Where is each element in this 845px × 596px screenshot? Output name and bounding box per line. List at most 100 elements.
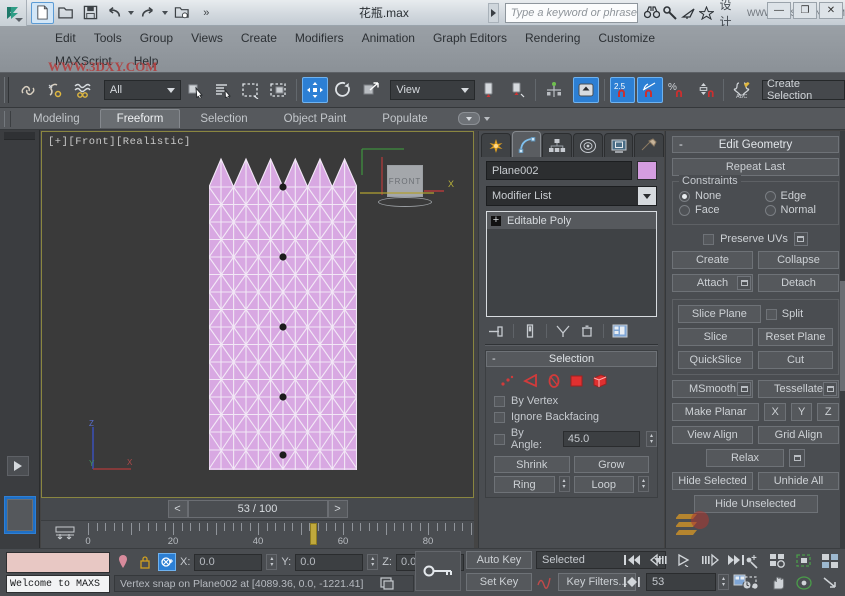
open-mini-curve-editor-icon[interactable] <box>55 526 75 542</box>
constraint-none-row[interactable]: None <box>679 190 747 202</box>
slice-button[interactable]: Slice <box>678 328 753 346</box>
utilities-tab[interactable] <box>634 133 664 157</box>
zoom-region-icon[interactable] <box>740 573 764 592</box>
shrink-button[interactable]: Shrink <box>494 456 570 473</box>
use-center-flyout-icon[interactable] <box>477 77 503 103</box>
repeat-last-button[interactable]: Repeat Last <box>672 158 839 176</box>
zoom-all-icon[interactable] <box>766 551 790 570</box>
unlink-selection-icon[interactable] <box>43 77 69 103</box>
menu-item-customize[interactable]: Customize <box>598 31 655 45</box>
rectangular-select-region-icon[interactable] <box>238 77 264 103</box>
msmooth-settings-button[interactable] <box>737 382 751 396</box>
constraint-none-radio[interactable] <box>679 191 690 202</box>
constraint-edge-row[interactable]: Edge <box>765 190 833 202</box>
ignore-backfacing-checkbox[interactable] <box>494 412 505 423</box>
edge-sublevel-icon[interactable] <box>523 374 539 388</box>
previous-frame-icon[interactable] <box>646 551 670 569</box>
orbit-icon[interactable] <box>792 573 816 592</box>
create-tab[interactable] <box>481 133 511 157</box>
attach-settings-button[interactable] <box>737 276 751 290</box>
create-button[interactable]: Create <box>672 251 753 269</box>
preserve-uvs-checkbox[interactable] <box>703 234 714 245</box>
time-slider[interactable]: < 53 / 100 > <box>41 498 474 520</box>
slice-plane-button[interactable]: Slice Plane <box>678 305 761 323</box>
attach-button[interactable]: Attach <box>672 274 753 292</box>
by-vertex-row[interactable]: By Vertex <box>486 393 657 409</box>
ring-spinner[interactable]: ▴▾ <box>559 476 570 492</box>
hide-selected-button[interactable]: Hide Selected <box>672 472 753 490</box>
toolbar-grip[interactable] <box>4 77 9 103</box>
by-angle-input[interactable]: 45.0 <box>563 431 640 447</box>
ignore-backfacing-row[interactable]: Ignore Backfacing <box>486 409 657 425</box>
time-slider-prev-button[interactable]: < <box>168 500 188 518</box>
make-planar-x-button[interactable]: X <box>764 403 786 421</box>
tab-selection[interactable]: Selection <box>184 110 263 128</box>
loop-button[interactable]: Loop <box>574 476 635 493</box>
relax-button[interactable]: Relax <box>706 449 784 467</box>
ribbon-grip[interactable] <box>4 111 11 127</box>
show-end-result-icon[interactable] <box>519 322 541 340</box>
create-selection-set-field[interactable]: Create Selection <box>762 80 845 100</box>
stack-item-editable-poly[interactable]: + Editable Poly <box>487 212 656 229</box>
edit-geometry-collapse-icon[interactable]: - <box>679 139 683 151</box>
preserve-uvs-row[interactable]: Preserve UVs <box>672 232 839 246</box>
time-slider-value[interactable]: 53 / 100 <box>188 500 328 518</box>
by-vertex-checkbox[interactable] <box>494 396 505 407</box>
split-row[interactable]: Split <box>766 305 833 323</box>
menu-item-graph-editors[interactable]: Graph Editors <box>433 31 507 45</box>
wrench-icon[interactable] <box>663 4 678 22</box>
project-folder-button[interactable] <box>171 2 194 24</box>
polygon-sublevel-icon[interactable] <box>569 374 584 388</box>
select-by-name-icon[interactable] <box>211 77 237 103</box>
save-file-button[interactable] <box>79 2 102 24</box>
select-and-scale-icon[interactable] <box>358 77 384 103</box>
binoculars-icon[interactable] <box>644 4 660 22</box>
zoom-extents-all-icon[interactable] <box>818 551 842 570</box>
ribbon-minimize-button[interactable] <box>458 112 480 125</box>
edit-geometry-header[interactable]: - Edit Geometry <box>672 136 839 153</box>
pan-view-icon[interactable] <box>766 573 790 592</box>
hierarchy-tab[interactable] <box>542 133 572 157</box>
angle-snap-toggle-icon[interactable] <box>637 77 663 103</box>
tessellate-button[interactable]: Tessellate <box>758 380 839 398</box>
title-expand-arrow[interactable] <box>488 3 499 23</box>
play-animation-icon[interactable] <box>672 551 696 569</box>
constraint-edge-radio[interactable] <box>765 191 776 202</box>
maximize-button[interactable]: ❐ <box>793 2 817 19</box>
left-strip-expand-button[interactable] <box>7 456 29 476</box>
key-lock-button[interactable] <box>415 551 461 591</box>
rollout-collapse-icon[interactable]: - <box>492 353 496 365</box>
menu-item-views[interactable]: Views <box>191 31 223 45</box>
object-color-swatch[interactable] <box>637 161 657 180</box>
loop-spinner[interactable]: ▴▾ <box>638 476 649 492</box>
window-crossing-icon[interactable] <box>266 77 292 103</box>
lock-icon[interactable] <box>136 553 154 571</box>
redo-history-caret-icon[interactable] <box>161 2 170 24</box>
undo-history-caret-icon[interactable] <box>127 2 136 24</box>
select-and-move-icon[interactable] <box>302 77 328 103</box>
make-unique-icon[interactable] <box>552 322 574 340</box>
menu-item-rendering[interactable]: Rendering <box>525 31 580 45</box>
close-button[interactable]: ✕ <box>819 2 843 19</box>
ribbon-options-caret-icon[interactable] <box>484 117 490 121</box>
absolute-relative-toggle-icon[interactable] <box>158 553 176 571</box>
tessellate-settings-button[interactable] <box>823 382 837 396</box>
viewport-label[interactable]: [+][Front][Realistic] <box>48 136 191 148</box>
constraint-face-row[interactable]: Face <box>679 204 747 216</box>
split-checkbox[interactable] <box>766 309 777 320</box>
track-bar-playhead[interactable] <box>310 523 317 545</box>
msmooth-button[interactable]: MSmooth <box>672 380 753 398</box>
tab-populate[interactable]: Populate <box>366 110 443 128</box>
spinner-snap-toggle-icon[interactable] <box>693 77 719 103</box>
set-key-filter-icon[interactable] <box>536 574 554 590</box>
mesh-object-plane002[interactable] <box>209 145 357 470</box>
grid-align-button[interactable]: Grid Align <box>758 426 839 444</box>
select-and-rotate-icon[interactable] <box>330 77 356 103</box>
pin-icon[interactable] <box>114 553 132 571</box>
selection-filter-dropdown[interactable]: All <box>104 80 181 100</box>
named-selection-sets-icon[interactable]: ABC <box>729 77 755 103</box>
collapse-button[interactable]: Collapse <box>758 251 839 269</box>
viewport-front[interactable]: [+][Front][Realistic] <box>41 131 474 498</box>
constraint-face-radio[interactable] <box>679 205 690 216</box>
menu-item-group[interactable]: Group <box>140 31 173 45</box>
